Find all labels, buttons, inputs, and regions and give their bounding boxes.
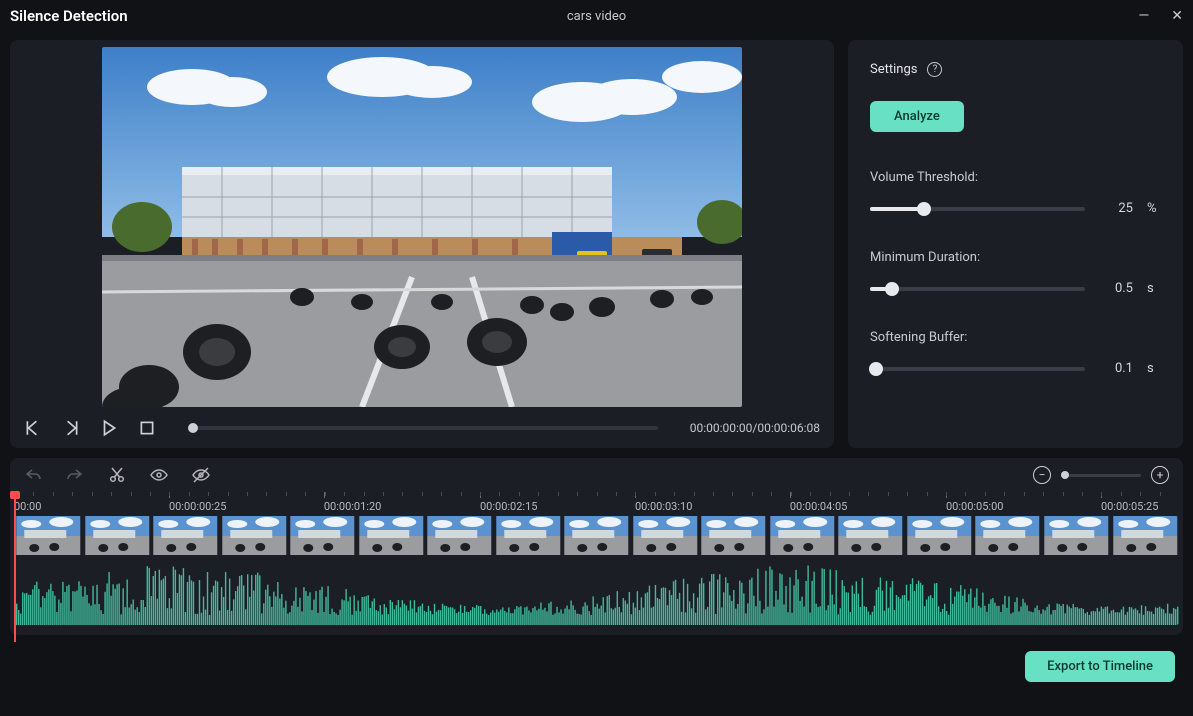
zoom-slider[interactable] — [1061, 474, 1141, 477]
analyze-button[interactable]: Analyze — [870, 101, 964, 132]
thumbnail — [1042, 516, 1111, 556]
thumbnail — [14, 516, 83, 556]
slider-unit: s — [1147, 361, 1161, 376]
zoom-out-button[interactable]: − — [1033, 466, 1051, 484]
progress-slider[interactable] — [188, 426, 658, 430]
thumbnail — [83, 516, 152, 556]
preview-panel: 00:00:00:00/00:00:06:08 — [10, 40, 834, 448]
thumbnail — [357, 516, 426, 556]
slider-track-2[interactable] — [870, 367, 1085, 371]
slider-label: Softening Buffer: — [870, 330, 1161, 345]
thumbnail — [494, 516, 563, 556]
title-bar: Silence Detection cars video — ✕ — [0, 0, 1193, 32]
thumbnail — [151, 516, 220, 556]
slider-value: 0.5 — [1099, 281, 1133, 296]
window-title: Silence Detection — [10, 7, 128, 25]
minimize-button[interactable]: — — [1138, 8, 1149, 24]
eye-off-icon[interactable] — [192, 466, 210, 484]
thumbnail — [836, 516, 905, 556]
thumbnail — [905, 516, 974, 556]
timecode-label: 00:00:00:00/00:00:06:08 — [690, 421, 820, 435]
thumbnail — [288, 516, 357, 556]
next-frame-button[interactable] — [62, 419, 80, 437]
audio-waveform — [14, 555, 1179, 625]
video-preview — [10, 40, 834, 408]
thumbnail — [220, 516, 289, 556]
play-button[interactable] — [100, 419, 118, 437]
help-icon[interactable]: ? — [927, 62, 942, 77]
export-button[interactable]: Export to Timeline — [1025, 651, 1175, 682]
settings-heading: Settings — [870, 62, 917, 77]
eye-icon[interactable] — [150, 466, 168, 484]
playhead[interactable] — [14, 492, 16, 642]
slider-unit: s — [1147, 281, 1161, 296]
settings-panel: Settings ? Analyze Volume Threshold: 25 … — [848, 40, 1183, 448]
slider-label: Volume Threshold: — [870, 170, 1161, 185]
redo-button[interactable] — [66, 466, 84, 484]
slider-track-0[interactable] — [870, 207, 1085, 211]
cut-icon[interactable] — [108, 466, 126, 484]
thumbnail — [973, 516, 1042, 556]
thumbnail — [631, 516, 700, 556]
slider-unit: % — [1147, 201, 1161, 216]
thumbnail — [768, 516, 837, 556]
thumbnail — [562, 516, 631, 556]
timeline-panel: − + 00:0000:00:00:2500:00:01:2000:00:02:… — [10, 458, 1183, 635]
filename-label: cars video — [567, 9, 626, 24]
time-ruler[interactable]: 00:0000:00:00:2500:00:01:2000:00:02:1500… — [14, 492, 1179, 516]
slider-track-1[interactable] — [870, 287, 1085, 291]
slider-value: 25 — [1099, 201, 1133, 216]
stop-button[interactable] — [138, 419, 156, 437]
undo-button[interactable] — [24, 466, 42, 484]
slider-value: 0.1 — [1099, 361, 1133, 376]
thumbnail — [1111, 516, 1180, 556]
thumbnail — [699, 516, 768, 556]
close-button[interactable]: ✕ — [1171, 8, 1183, 24]
prev-frame-button[interactable] — [24, 419, 42, 437]
thumbnail — [425, 516, 494, 556]
playbar: 00:00:00:00/00:00:06:08 — [10, 408, 834, 448]
video-track[interactable] — [14, 516, 1179, 625]
zoom-in-button[interactable]: + — [1151, 466, 1169, 484]
slider-label: Minimum Duration: — [870, 250, 1161, 265]
